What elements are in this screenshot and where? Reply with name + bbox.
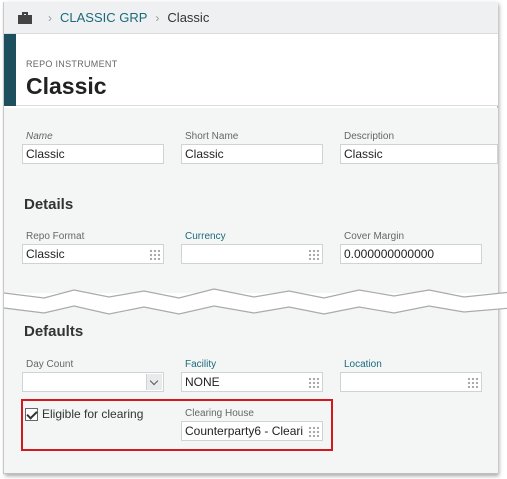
facility-field[interactable]: NONE xyxy=(181,372,323,392)
day-count-label: Day Count xyxy=(26,359,74,370)
header-accent-bar xyxy=(4,34,16,106)
location-field[interactable] xyxy=(340,372,482,392)
page-frame: › CLASSIC GRP › Classic REPO INSTRUMENT … xyxy=(3,2,507,474)
briefcase-icon[interactable] xyxy=(18,11,32,24)
name-field[interactable]: Classic xyxy=(22,144,164,164)
description-field[interactable]: Classic xyxy=(340,144,498,164)
lookup-grid-icon[interactable] xyxy=(149,249,160,260)
page-header: REPO INSTRUMENT Classic xyxy=(4,34,498,106)
page-title: Classic xyxy=(26,73,107,99)
short-name-field[interactable]: Classic xyxy=(181,144,323,164)
repo-format-value: Classic xyxy=(26,247,65,261)
facility-value: NONE xyxy=(185,375,220,389)
location-label[interactable]: Location xyxy=(344,359,382,370)
breadcrumb-current: Classic xyxy=(167,10,210,25)
lookup-grid-icon[interactable] xyxy=(308,377,319,388)
repo-format-label: Repo Format xyxy=(26,231,85,242)
defaults-section-title: Defaults xyxy=(24,323,84,340)
cover-margin-label: Cover Margin xyxy=(344,231,405,242)
currency-label[interactable]: Currency xyxy=(185,231,226,242)
breadcrumb-group-link[interactable]: CLASSIC GRP xyxy=(60,10,147,25)
description-label: Description xyxy=(344,131,395,142)
cover-margin-field[interactable]: 0.000000000000 xyxy=(340,244,482,264)
facility-label[interactable]: Facility xyxy=(185,359,216,370)
torn-page-edge xyxy=(4,288,507,315)
lookup-grid-icon[interactable] xyxy=(308,249,319,260)
general-details-panel xyxy=(4,108,498,293)
name-label: Name xyxy=(26,131,53,142)
page-subtitle: REPO INSTRUMENT xyxy=(26,59,118,69)
short-name-label: Short Name xyxy=(185,131,239,142)
breadcrumb-separator: › xyxy=(48,10,52,25)
lookup-grid-icon[interactable] xyxy=(467,377,478,388)
day-count-select[interactable] xyxy=(22,372,164,392)
breadcrumb-separator: › xyxy=(155,10,160,25)
currency-field[interactable] xyxy=(181,244,323,264)
details-section-title: Details xyxy=(24,196,74,213)
clearing-highlight-box xyxy=(21,399,333,451)
breadcrumb: › CLASSIC GRP › Classic xyxy=(4,2,498,34)
chevron-down-icon[interactable] xyxy=(146,374,162,390)
repo-format-field[interactable]: Classic xyxy=(22,244,164,264)
